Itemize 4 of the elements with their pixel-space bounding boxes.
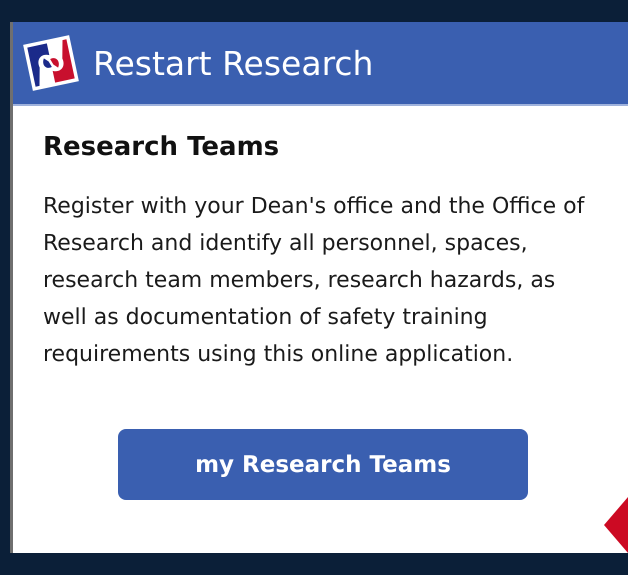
section-heading: Research Teams bbox=[43, 132, 280, 162]
section-description: Register with your Dean's office and the Office of Research and identify all personnel, spaces, research team members, research hazards, as well as documentation of safety training requirements using this online application. bbox=[43, 193, 586, 369]
research-teams-button[interactable]: my Research Teams bbox=[118, 429, 528, 500]
app-title: Restart Research bbox=[93, 44, 374, 82]
